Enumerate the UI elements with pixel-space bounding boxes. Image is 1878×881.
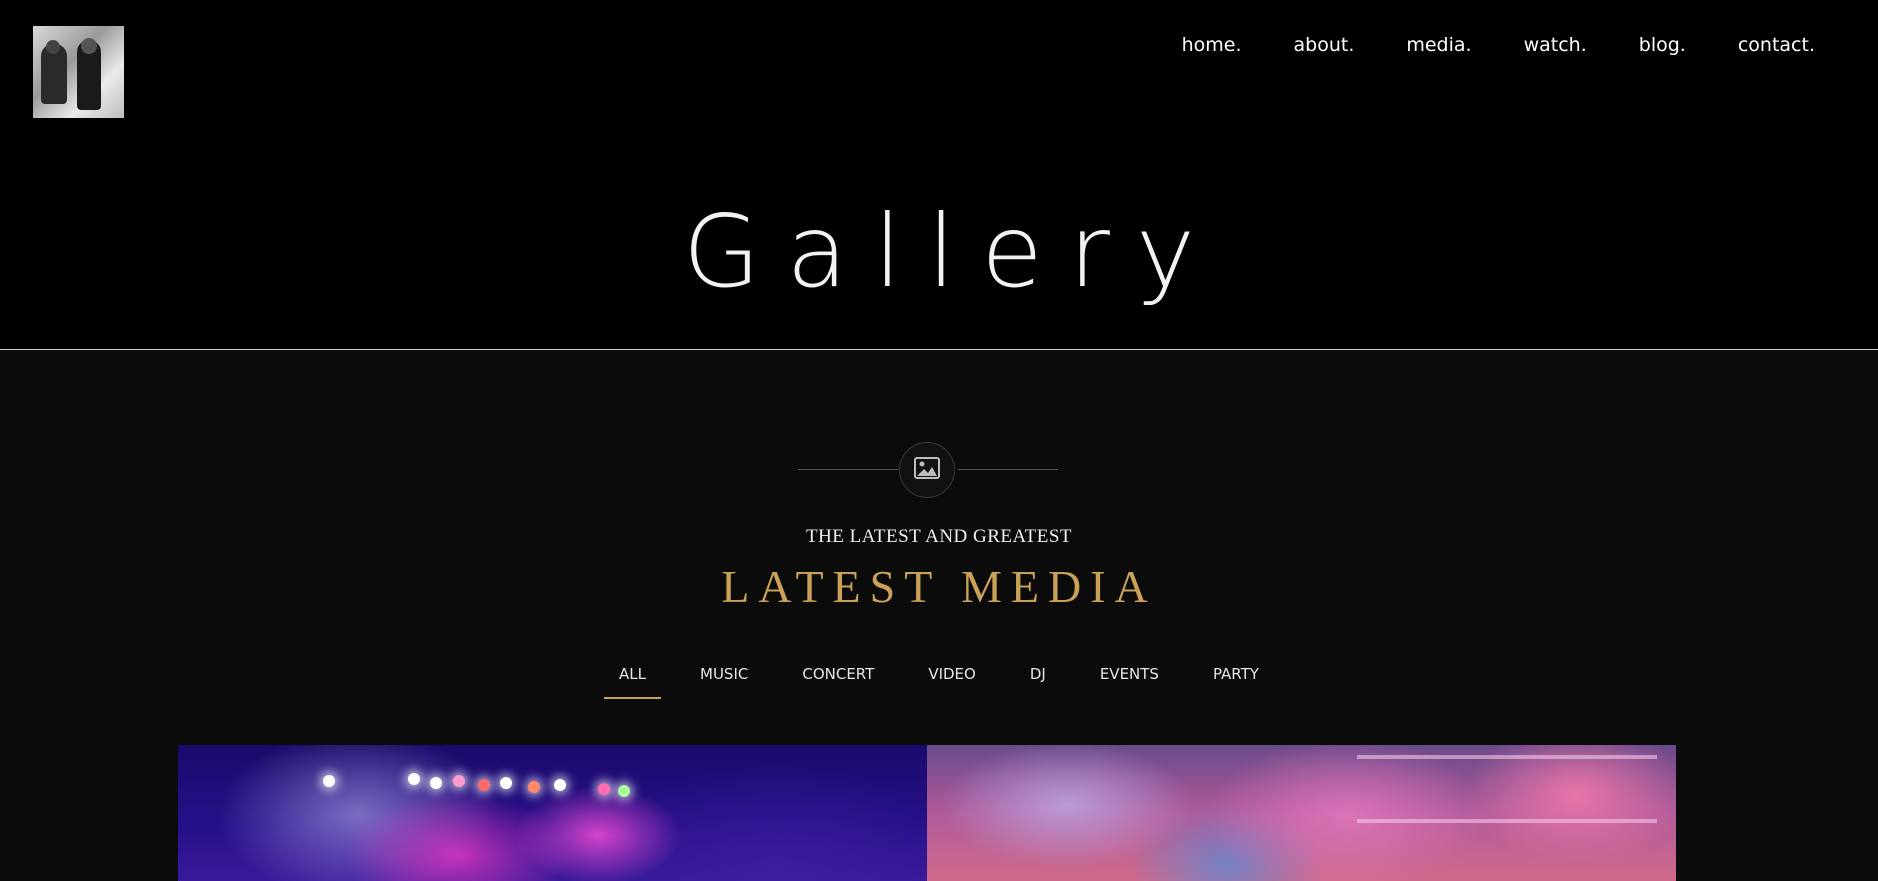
filter-dj[interactable]: DJ (1015, 663, 1061, 699)
logo-figure-right (77, 38, 101, 110)
stage-light (618, 785, 630, 797)
nav-about[interactable]: about. (1294, 34, 1355, 56)
stage-light (408, 773, 420, 785)
divider-line-right (958, 469, 1058, 470)
main-nav: home. about. media. watch. blog. contact… (1130, 34, 1815, 56)
filter-concert[interactable]: CONCERT (787, 663, 889, 699)
nav-media[interactable]: media. (1406, 34, 1471, 56)
stage-light (598, 783, 610, 795)
nav-contact[interactable]: contact. (1738, 34, 1815, 56)
stage-light (430, 777, 442, 789)
stage-light (478, 779, 490, 791)
stage-truss (1357, 755, 1657, 823)
gallery-item-concert-lights[interactable] (178, 745, 927, 881)
filter-music[interactable]: MUSIC (685, 663, 763, 699)
logo-figure-left (41, 40, 67, 104)
filter-video[interactable]: VIDEO (913, 663, 991, 699)
section-title: LATEST MEDIA (721, 561, 1157, 612)
site-logo[interactable] (33, 26, 124, 118)
stage-light (554, 779, 566, 791)
stage-light (323, 775, 335, 787)
section-subtitle: THE LATEST AND GREATEST (805, 526, 1073, 547)
nav-blog[interactable]: blog. (1639, 34, 1686, 56)
stage-light (528, 781, 540, 793)
filter-events[interactable]: EVENTS (1085, 663, 1174, 699)
gallery-filters: ALL MUSIC CONCERT VIDEO DJ EVENTS PARTY (0, 663, 1878, 699)
divider-line-left (798, 469, 898, 470)
section-divider (798, 442, 1058, 498)
filter-all[interactable]: ALL (604, 663, 662, 699)
page-title: Gallery (682, 193, 1222, 310)
stage-light (453, 775, 465, 787)
stage-light (500, 777, 512, 789)
gallery-item-stage-rig[interactable] (927, 745, 1676, 881)
gallery-grid (178, 745, 1676, 881)
site-header: home. about. media. watch. blog. contact… (0, 0, 1878, 350)
divider-icon-circle (899, 442, 955, 498)
image-icon (914, 456, 940, 484)
nav-watch[interactable]: watch. (1524, 34, 1587, 56)
filter-party[interactable]: PARTY (1198, 663, 1274, 699)
nav-home[interactable]: home. (1182, 34, 1242, 56)
